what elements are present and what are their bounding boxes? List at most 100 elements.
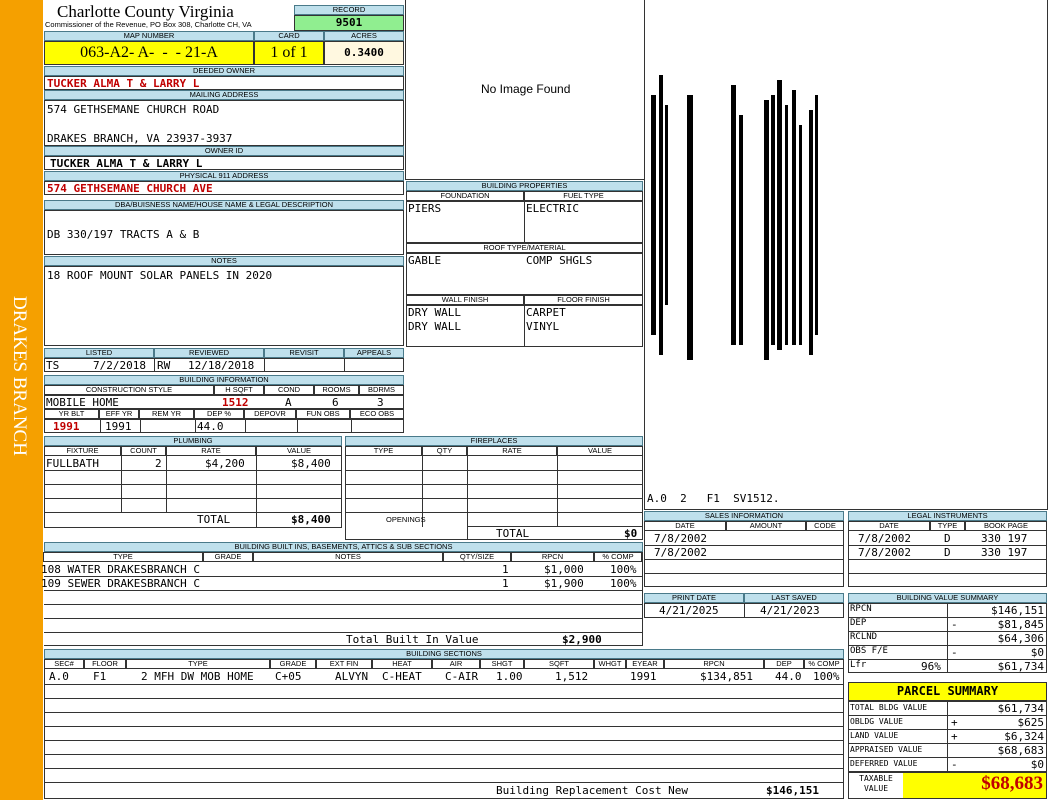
record-label: RECORD (294, 5, 404, 15)
sketch-frame: A.0 2 F1 SV1512. (644, 0, 1048, 510)
plumbing-fixture-1: FULLBATH (46, 457, 99, 470)
fireplace-h-qty: QTY (422, 446, 467, 456)
legal-date-1: 7/8/2002 (858, 532, 911, 545)
plumbing-total: $8,400 (291, 513, 331, 526)
legal-instruments-label: LEGAL INSTRUMENTS (848, 511, 1047, 521)
sec-type: 2 MFH DW MOB HOME (141, 670, 254, 683)
card-value: 1 of 1 (254, 41, 324, 65)
owner-id-box: TUCKER ALMA T & LARRY L (44, 156, 404, 170)
builtins-type-2: 109 SEWER DRAKESBRANCH C (41, 577, 200, 590)
builtins-total: $2,900 (562, 633, 602, 646)
legal-h-type: TYPE (930, 521, 965, 531)
owner-id-value: TUCKER ALMA T & LARRY L (50, 157, 203, 170)
vs-sign-4: - (951, 646, 958, 659)
taxable-label: TAXABLE VALUE (859, 774, 893, 793)
acres-label: ACRES (324, 31, 404, 41)
reviewed-date: 12/18/2018 (188, 359, 255, 372)
sidebar: DRAKES BRANCH (0, 0, 43, 800)
vs-name-3: RCLND (850, 632, 878, 642)
mailing-line2: DRAKES BRANCH, VA 23937-3937 (47, 132, 233, 145)
physical-address-box: 574 GETHSEMANE CHURCH AVE (44, 181, 404, 195)
builtins-total-label: Total Built In Value (346, 633, 479, 646)
reviewed-label: REVIEWED (154, 348, 264, 358)
remyr-label: REM YR (139, 409, 194, 419)
sec-h-air: AIR (432, 659, 480, 669)
vs-name-5: Lfr (850, 660, 867, 670)
vs-value-1: $146,151 (991, 604, 1044, 617)
map-number-value: 063-A2- A- - - 21-A (44, 41, 254, 65)
listed-date: 7/2/2018 (93, 359, 146, 372)
sec-h-grade: GRADE (270, 659, 316, 669)
bdrms-value: 3 (377, 396, 384, 409)
parcel-value-3: $6,324 (1004, 730, 1044, 743)
plumbing-h-value: VALUE (256, 446, 342, 456)
roof-material-value: COMP SHGLS (526, 254, 593, 267)
sec-h-whgt: WHGT (594, 659, 626, 669)
taxable-row: TAXABLE VALUE $68,683 (848, 772, 1047, 799)
bldg-info-row1: MOBILE HOME 1512 A 6 3 (44, 395, 404, 409)
construction-style-label: CONSTRUCTION STYLE (44, 385, 214, 395)
replacement-cost-value: $146,151 (766, 784, 819, 797)
building-info-label: BUILDING INFORMATION (44, 375, 404, 385)
owner-id-label: OWNER ID (44, 146, 404, 156)
deeded-owner-box: TUCKER ALMA T & LARRY L (44, 76, 404, 90)
appeals-label: APPEALS (344, 348, 404, 358)
builtins-comp-1: 100% (610, 563, 637, 576)
print-date-value: 4/21/2025 (659, 604, 719, 617)
sections-label: BUILDING SECTIONS (44, 649, 844, 659)
listed-label: LISTED (44, 348, 154, 358)
sec-sec: A.0 (49, 670, 69, 683)
cond-label: COND (264, 385, 314, 395)
parcel-summary-title: PARCEL SUMMARY (848, 682, 1047, 701)
no-image-text: No Image Found (481, 82, 571, 96)
legal-description-box: DB 330/197 TRACTS A & B (44, 210, 404, 255)
county-title: Charlotte County Virginia (57, 2, 234, 21)
bldg-info-row2: 1991 1991 44.0 (44, 419, 404, 433)
physical-address-value: 574 GETHSEMANE CHURCH AVE (47, 182, 213, 195)
card-label: CARD (254, 31, 324, 41)
last-saved-label: LAST SAVED (744, 593, 844, 603)
legal-description-label: DBA/BUISNESS NAME/HOUSE NAME & LEGAL DES… (44, 200, 404, 210)
building-properties-label: BUILDING PROPERTIES (406, 181, 643, 191)
plumbing-label: PLUMBING (44, 436, 342, 446)
parcel-value-4: $68,683 (997, 744, 1044, 757)
builtins-label: BUILDING BUILT INS, BASEMENTS, ATTICS & … (44, 542, 643, 552)
plumbing-h-fixture: FIXTURE (44, 446, 121, 456)
foundation-fuel-box: PIERS ELECTRIC (406, 201, 643, 243)
sec-heat: C-HEAT (382, 670, 422, 683)
fuel-value: ELECTRIC (526, 202, 579, 215)
cond-value: A (285, 396, 292, 409)
sec-h-sqft: SQFT (524, 659, 594, 669)
mailing-address-box: 574 GETHSEMANE CHURCH ROAD DRAKES BRANCH… (44, 100, 404, 146)
taxable-value-box: $68,683 (903, 773, 1046, 798)
effyr-label: EFF YR (99, 409, 139, 419)
legal-book-2: 330 197 (981, 546, 1028, 559)
parcel-value-1: $61,734 (997, 702, 1044, 715)
sec-h-comp: % COMP (804, 659, 844, 669)
notes-value: 18 ROOF MOUNT SOLAR PANELS IN 2020 (47, 269, 273, 282)
sec-grade: C+05 (275, 670, 302, 683)
vs-value-2: $81,845 (997, 618, 1044, 631)
dates-row: 4/21/2025 4/21/2023 (644, 603, 844, 618)
parcel-value-2: $625 (1017, 716, 1045, 729)
taxable-value: $68,683 (981, 773, 1043, 794)
floor-finish-2: VINYL (526, 320, 560, 333)
print-date-label: PRINT DATE (644, 593, 744, 603)
depovr-label: DEPOVR (244, 409, 296, 419)
sales-h-code: CODE (806, 521, 844, 531)
plumbing-h-rate: RATE (166, 446, 256, 456)
ecoobs-label: ECO OBS (350, 409, 404, 419)
listed-by: TS (46, 359, 60, 372)
parcel-sign-3: + (951, 730, 958, 743)
dep-label: DEP % (194, 409, 244, 419)
last-saved-value: 4/21/2023 (760, 604, 820, 617)
sec-dep: 44.0 (775, 670, 802, 683)
listed-row: TS 7/2/2018 RW 12/18/2018 (44, 358, 404, 372)
builtins-comp-2: 100% (610, 577, 637, 590)
legal-instruments-table: DATE TYPE BOOK PAGE 7/8/2002 D 330 197 7… (848, 521, 1047, 587)
sec-floor: F1 (93, 670, 107, 683)
record-value: 9501 (294, 15, 404, 31)
wall-finish-2: DRY WALL (408, 320, 461, 333)
hsqft-value: 1512 (222, 396, 249, 409)
builtins-qty-1: 1 (502, 563, 509, 576)
